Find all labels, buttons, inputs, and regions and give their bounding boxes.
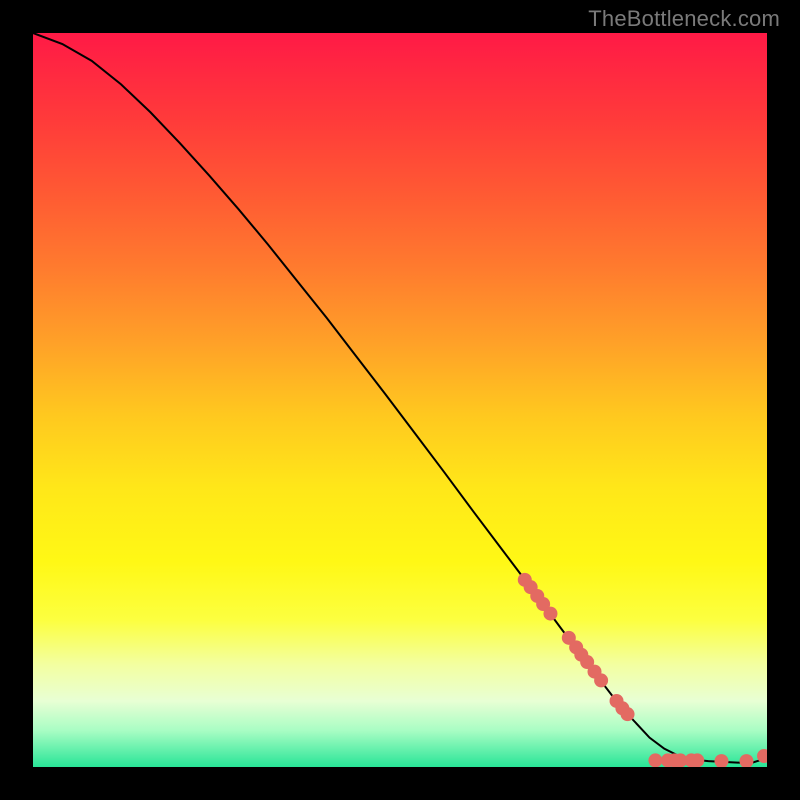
plot-area <box>33 33 767 767</box>
data-point <box>621 707 635 721</box>
data-point <box>594 673 608 687</box>
data-point <box>739 754 753 767</box>
data-point <box>714 754 728 767</box>
chart-frame: TheBottleneck.com <box>0 0 800 800</box>
watermark-text: TheBottleneck.com <box>588 6 780 32</box>
data-point <box>543 607 557 621</box>
chart-overlay <box>33 33 767 767</box>
trend-line <box>33 33 767 763</box>
data-point <box>690 753 704 767</box>
data-point <box>648 753 662 767</box>
